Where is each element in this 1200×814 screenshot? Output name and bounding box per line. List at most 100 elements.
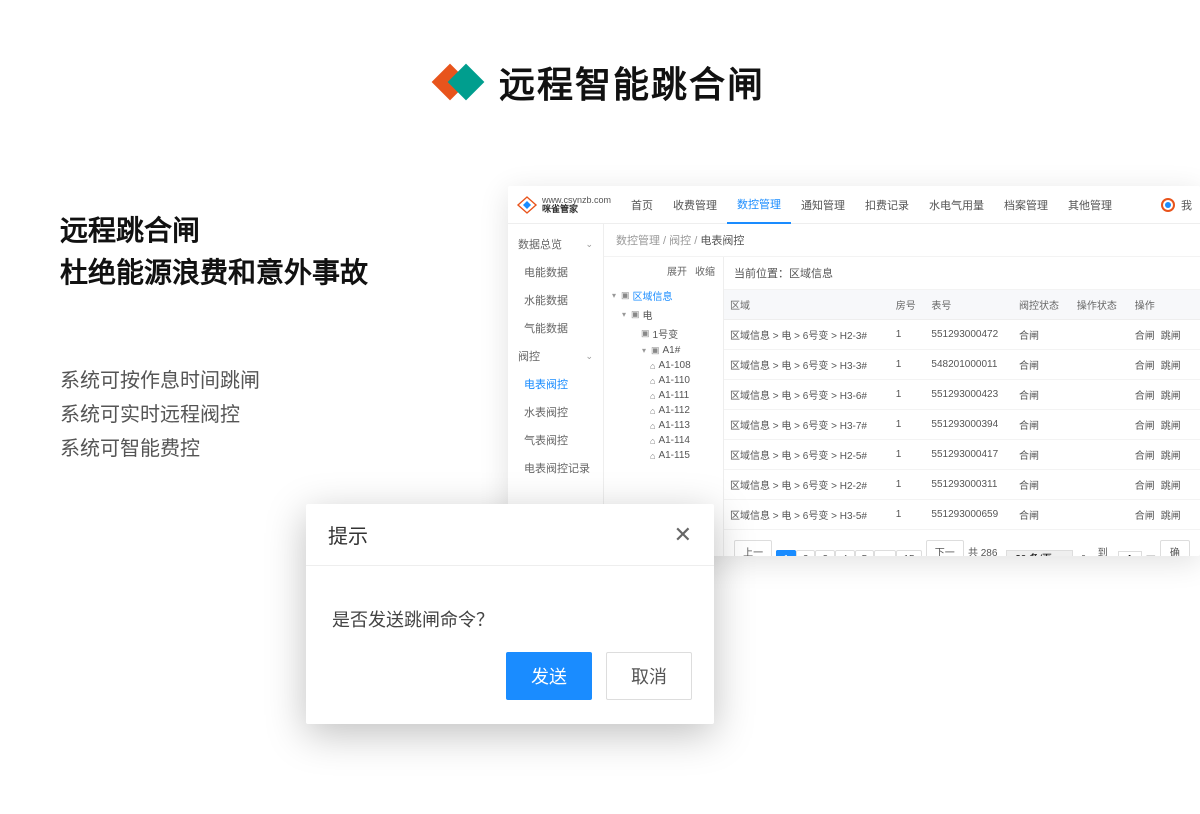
op-trip-button[interactable]: 跳闸 xyxy=(1161,451,1181,462)
pager-prev[interactable]: 上一页 xyxy=(734,540,772,556)
house-icon: ⌂ xyxy=(650,451,655,461)
nav-item[interactable]: 数控管理 xyxy=(727,186,791,224)
chevron-down-icon: ⌄ xyxy=(585,351,593,362)
table-header: 区域 xyxy=(724,290,890,320)
current-location: 当前位置：区域信息 xyxy=(724,257,1200,290)
top-nav: www.csynzb.com 咪雀管家 首页收费管理数控管理通知管理扣费记录水电… xyxy=(508,186,1200,224)
op-trip-button[interactable]: 跳闸 xyxy=(1161,421,1181,432)
confirm-dialog: 提示 ✕ 是否发送跳闸命令？ 发送 取消 xyxy=(306,504,714,724)
tree-root[interactable]: ▾▣区域信息 xyxy=(610,286,723,305)
op-close-button[interactable]: 合闸 xyxy=(1135,451,1155,462)
tree-collapse-button[interactable]: 收缩 xyxy=(695,263,715,278)
tree-leaf[interactable]: ⌂ A1-111 xyxy=(610,388,723,403)
sidebar-item-power[interactable]: 电能数据 xyxy=(508,258,603,286)
op-close-button[interactable]: 合闸 xyxy=(1135,331,1155,342)
building-icon: ▣ xyxy=(651,345,660,356)
valve-status: 合闸 xyxy=(1013,470,1071,500)
sidebar-item-gas-valve[interactable]: 气表阀控 xyxy=(508,426,603,454)
pager-page[interactable]: 15 xyxy=(896,550,921,557)
table-area: 当前位置：区域信息 区域房号表号阀控状态操作状态操作 区域信息 > 电 > 6号… xyxy=(724,257,1200,556)
table-row: 区域信息 > 电 > 6号变 > H3-6#1551293000423合闸合闸跳… xyxy=(724,380,1200,410)
sidebar-group-data[interactable]: 数据总览 ⌄ xyxy=(508,230,603,258)
valve-status: 合闸 xyxy=(1013,380,1071,410)
house-icon: ⌂ xyxy=(650,406,655,416)
table-row: 区域信息 > 电 > 6号变 > H2-2#1551293000311合闸合闸跳… xyxy=(724,470,1200,500)
table-row: 区域信息 > 电 > 6号变 > H3-7#1551293000394合闸合闸跳… xyxy=(724,410,1200,440)
valve-status: 合闸 xyxy=(1013,350,1071,380)
sidebar-item-valve-log[interactable]: 电表阀控记录 xyxy=(508,454,603,482)
avatar-icon[interactable] xyxy=(1161,198,1175,212)
logo-icon xyxy=(516,196,538,214)
refresh-icon[interactable]: ↻ xyxy=(1077,554,1093,557)
feature-3: 系统可智能费控 xyxy=(60,432,368,466)
op-close-button[interactable]: 合闸 xyxy=(1135,421,1155,432)
nav-item[interactable]: 水电气用量 xyxy=(919,186,994,224)
tree-leaf[interactable]: ⌂ A1-114 xyxy=(610,433,723,448)
pager-total: 共 286 条 xyxy=(968,544,1002,556)
hero-icon xyxy=(435,66,483,98)
op-close-button[interactable]: 合闸 xyxy=(1135,391,1155,402)
table-header: 阀控状态 xyxy=(1013,290,1071,320)
op-close-button[interactable]: 合闸 xyxy=(1135,361,1155,372)
op-trip-button[interactable]: 跳闸 xyxy=(1161,481,1181,492)
table-header: 操作状态 xyxy=(1071,290,1129,320)
table-header: 表号 xyxy=(925,290,1013,320)
table-header: 房号 xyxy=(890,290,926,320)
topnav-right: 我 xyxy=(1161,197,1192,213)
chevron-down-icon: ⌄ xyxy=(585,239,593,250)
logo[interactable]: www.csynzb.com 咪雀管家 xyxy=(516,196,611,214)
tree-node[interactable]: ▣1号变 xyxy=(610,324,723,343)
tree-leaf[interactable]: ⌂ A1-110 xyxy=(610,373,723,388)
nav-item[interactable]: 扣费记录 xyxy=(855,186,919,224)
tree-leaf[interactable]: ⌂ A1-115 xyxy=(610,448,723,463)
hero-title: 远程智能跳合闸 xyxy=(499,56,765,108)
dialog-title: 提示 xyxy=(328,520,368,549)
tree-leaf[interactable]: ⌂ A1-108 xyxy=(610,358,723,373)
pager-page[interactable]: 4 xyxy=(835,550,855,557)
sidebar-item-water[interactable]: 水能数据 xyxy=(508,286,603,314)
op-trip-button[interactable]: 跳闸 xyxy=(1161,361,1181,372)
headline-1: 远程跳合闸 xyxy=(60,210,368,252)
headline-2: 杜绝能源浪费和意外事故 xyxy=(60,252,368,294)
tree-node[interactable]: ▾▣电 xyxy=(610,305,723,324)
tree-leaf[interactable]: ⌂ A1-112 xyxy=(610,403,723,418)
pager-page[interactable]: 1 xyxy=(776,550,796,557)
close-icon[interactable]: ✕ xyxy=(674,524,692,546)
pager-page[interactable]: 2 xyxy=(796,550,816,557)
pager-pagesize[interactable]: 20 条/页 xyxy=(1006,550,1073,557)
op-close-button[interactable]: 合闸 xyxy=(1135,481,1155,492)
tree-leaf[interactable]: ⌂ A1-113 xyxy=(610,418,723,433)
op-trip-button[interactable]: 跳闸 xyxy=(1161,511,1181,522)
nav-item[interactable]: 收费管理 xyxy=(663,186,727,224)
valve-status: 合闸 xyxy=(1013,440,1071,470)
nav-item[interactable]: 首页 xyxy=(621,186,663,224)
pager-page[interactable]: 5 xyxy=(855,550,875,557)
meter-table: 区域房号表号阀控状态操作状态操作 区域信息 > 电 > 6号变 > H2-3#1… xyxy=(724,290,1200,530)
valve-status: 合闸 xyxy=(1013,320,1071,350)
tree-node[interactable]: ▾▣A1# xyxy=(610,343,723,358)
pager-goto-input[interactable] xyxy=(1118,551,1142,557)
hero-section: 远程智能跳合闸 xyxy=(0,0,1200,108)
nav-item[interactable]: 其他管理 xyxy=(1058,186,1122,224)
cancel-button[interactable]: 取消 xyxy=(606,652,692,700)
nav-item[interactable]: 档案管理 xyxy=(994,186,1058,224)
pager-page[interactable]: ... xyxy=(874,550,896,557)
op-close-button[interactable]: 合闸 xyxy=(1135,511,1155,522)
building-icon: ▣ xyxy=(641,328,650,339)
pager-confirm[interactable]: 确定 xyxy=(1160,540,1190,556)
sidebar-item-meter-valve[interactable]: 电表阀控 xyxy=(508,370,603,398)
tree-expand-button[interactable]: 展开 xyxy=(667,263,687,278)
sidebar-item-gas[interactable]: 气能数据 xyxy=(508,314,603,342)
nav-item[interactable]: 通知管理 xyxy=(791,186,855,224)
pager-page[interactable]: 3 xyxy=(815,550,835,557)
feature-1: 系统可按作息时间跳闸 xyxy=(60,364,368,398)
house-icon: ⌂ xyxy=(650,421,655,431)
nav-items: 首页收费管理数控管理通知管理扣费记录水电气用量档案管理其他管理 xyxy=(621,186,1122,224)
op-trip-button[interactable]: 跳闸 xyxy=(1161,331,1181,342)
op-trip-button[interactable]: 跳闸 xyxy=(1161,391,1181,402)
user-label[interactable]: 我 xyxy=(1181,197,1192,213)
pager-next[interactable]: 下一页 xyxy=(926,540,964,556)
send-button[interactable]: 发送 xyxy=(506,652,592,700)
sidebar-group-valve[interactable]: 阀控 ⌄ xyxy=(508,342,603,370)
sidebar-item-water-valve[interactable]: 水表阀控 xyxy=(508,398,603,426)
